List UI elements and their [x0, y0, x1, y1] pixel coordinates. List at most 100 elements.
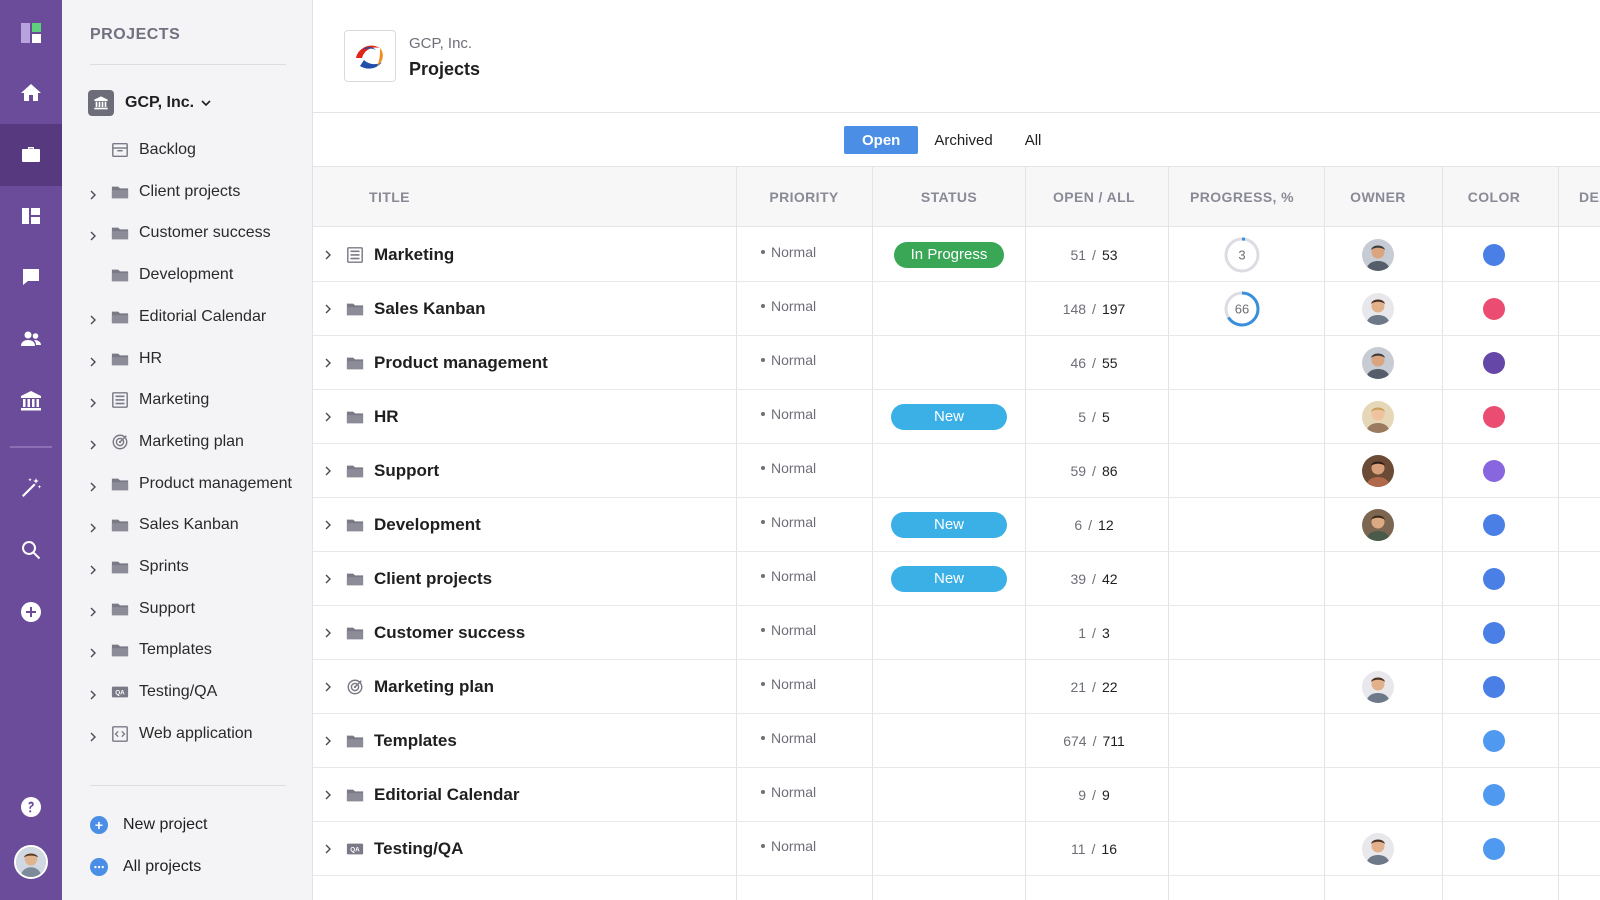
- chevron-right-icon[interactable]: [88, 520, 98, 533]
- chevron-right-icon[interactable]: [323, 443, 335, 498]
- sidebar-item-support[interactable]: Support: [62, 589, 313, 629]
- chevron-right-icon[interactable]: [88, 395, 98, 408]
- briefcase-icon[interactable]: [0, 124, 62, 186]
- table-row[interactable]: Editorial Calendar Normal 9/9: [313, 767, 1600, 822]
- color-cell[interactable]: [1437, 713, 1551, 768]
- col-title[interactable]: TITLE: [369, 167, 410, 227]
- priority-value[interactable]: Normal: [761, 818, 816, 873]
- sidebar-item-editorial-calendar[interactable]: Editorial Calendar: [62, 297, 313, 337]
- chevron-right-icon[interactable]: [323, 551, 335, 606]
- chevron-right-icon[interactable]: [88, 645, 98, 658]
- priority-value[interactable]: Normal: [761, 440, 816, 495]
- status-cell[interactable]: New: [873, 389, 1025, 444]
- sidebar-item-product-management[interactable]: Product management: [62, 464, 313, 504]
- sidebar-item-development[interactable]: Development: [62, 255, 313, 295]
- tab-all[interactable]: All: [1009, 126, 1058, 154]
- table-row[interactable]: QA Testing/QA Normal 11/16: [313, 821, 1600, 876]
- sidebar-item-marketing[interactable]: Marketing: [62, 380, 313, 420]
- chevron-right-icon[interactable]: [88, 187, 98, 200]
- priority-value[interactable]: Normal: [761, 224, 816, 279]
- owner-cell[interactable]: [1319, 389, 1437, 444]
- chevron-right-icon[interactable]: [323, 605, 335, 660]
- home-icon[interactable]: [0, 62, 62, 124]
- table-row[interactable]: Sales Kanban Normal 148/197 66: [313, 281, 1600, 336]
- col-priority[interactable]: PRIORITY: [733, 167, 875, 227]
- status-cell[interactable]: New: [873, 497, 1025, 552]
- all-projects-button[interactable]: ⋯ All projects: [90, 858, 201, 876]
- people-icon[interactable]: [0, 308, 62, 370]
- owner-cell[interactable]: [1319, 281, 1437, 336]
- status-cell[interactable]: [873, 281, 1025, 336]
- sidebar-item-sprints[interactable]: Sprints: [62, 547, 313, 587]
- sidebar-item-customer-success[interactable]: Customer success: [62, 213, 313, 253]
- tab-archived[interactable]: Archived: [918, 126, 1008, 154]
- sidebar-item-hr[interactable]: HR: [62, 339, 313, 379]
- owner-cell[interactable]: [1319, 659, 1437, 714]
- add-icon[interactable]: [0, 581, 62, 643]
- col-color[interactable]: COLOR: [1437, 167, 1551, 227]
- project-title[interactable]: Sales Kanban: [374, 281, 486, 336]
- user-avatar[interactable]: [14, 845, 48, 879]
- project-title[interactable]: HR: [374, 389, 399, 444]
- color-cell[interactable]: [1437, 443, 1551, 498]
- bank-icon[interactable]: [0, 370, 62, 432]
- project-title[interactable]: Product management: [374, 335, 548, 390]
- col-status[interactable]: STATUS: [873, 167, 1025, 227]
- priority-value[interactable]: Normal: [761, 602, 816, 657]
- board-icon[interactable]: [0, 185, 62, 247]
- status-cell[interactable]: [873, 443, 1025, 498]
- status-cell[interactable]: [873, 335, 1025, 390]
- color-cell[interactable]: [1437, 551, 1551, 606]
- sidebar-item-testing-qa[interactable]: QA Testing/QA: [62, 672, 313, 712]
- table-row[interactable]: Marketing Normal In Progress 51/53 3: [313, 227, 1600, 282]
- color-cell[interactable]: [1437, 389, 1551, 444]
- table-row[interactable]: HR Normal New 5/5: [313, 389, 1600, 444]
- help-icon[interactable]: [0, 776, 62, 838]
- chevron-right-icon[interactable]: [323, 821, 335, 876]
- owner-cell[interactable]: [1319, 497, 1437, 552]
- priority-value[interactable]: Normal: [761, 278, 816, 333]
- status-cell[interactable]: [873, 605, 1025, 660]
- owner-cell[interactable]: [1319, 443, 1437, 498]
- color-cell[interactable]: [1437, 605, 1551, 660]
- status-cell[interactable]: [873, 713, 1025, 768]
- priority-value[interactable]: Normal: [761, 494, 816, 549]
- org-switcher[interactable]: GCP, Inc.: [88, 90, 212, 116]
- chevron-right-icon[interactable]: [88, 729, 98, 742]
- sidebar-item-templates[interactable]: Templates: [62, 630, 313, 670]
- chevron-right-icon[interactable]: [323, 767, 335, 822]
- status-cell[interactable]: New: [873, 551, 1025, 606]
- project-title[interactable]: Editorial Calendar: [374, 767, 519, 822]
- col-open-all[interactable]: OPEN / ALL: [1023, 167, 1165, 227]
- priority-value[interactable]: Normal: [761, 656, 816, 711]
- chevron-right-icon[interactable]: [323, 389, 335, 444]
- chevron-right-icon[interactable]: [88, 228, 98, 241]
- project-title[interactable]: Client projects: [374, 551, 492, 606]
- color-cell[interactable]: [1437, 227, 1551, 282]
- color-cell[interactable]: [1437, 335, 1551, 390]
- table-row[interactable]: Marketing plan Normal 21/22: [313, 659, 1600, 714]
- chevron-right-icon[interactable]: [88, 437, 98, 450]
- color-cell[interactable]: [1437, 497, 1551, 552]
- owner-cell[interactable]: [1319, 335, 1437, 390]
- search-icon[interactable]: [0, 519, 62, 581]
- chevron-right-icon[interactable]: [88, 604, 98, 617]
- priority-value[interactable]: Normal: [761, 386, 816, 441]
- app-logo-icon[interactable]: [0, 2, 62, 64]
- col-owner[interactable]: OWNER: [1319, 167, 1437, 227]
- chevron-right-icon[interactable]: [323, 281, 335, 336]
- status-cell[interactable]: [873, 767, 1025, 822]
- project-title[interactable]: Marketing: [374, 227, 454, 282]
- sidebar-item-marketing-plan[interactable]: Marketing plan: [62, 422, 313, 462]
- table-row[interactable]: Templates Normal 674/711: [313, 713, 1600, 768]
- chat-icon[interactable]: [0, 246, 62, 308]
- project-title[interactable]: Marketing plan: [374, 659, 494, 714]
- project-title[interactable]: Customer success: [374, 605, 525, 660]
- status-cell[interactable]: [873, 659, 1025, 714]
- project-title[interactable]: Templates: [374, 713, 457, 768]
- table-row[interactable]: Development Normal New 6/12: [313, 497, 1600, 552]
- new-project-button[interactable]: + New project: [90, 816, 207, 834]
- chevron-right-icon[interactable]: [88, 687, 98, 700]
- chevron-right-icon[interactable]: [323, 659, 335, 714]
- priority-value[interactable]: Normal: [761, 710, 816, 765]
